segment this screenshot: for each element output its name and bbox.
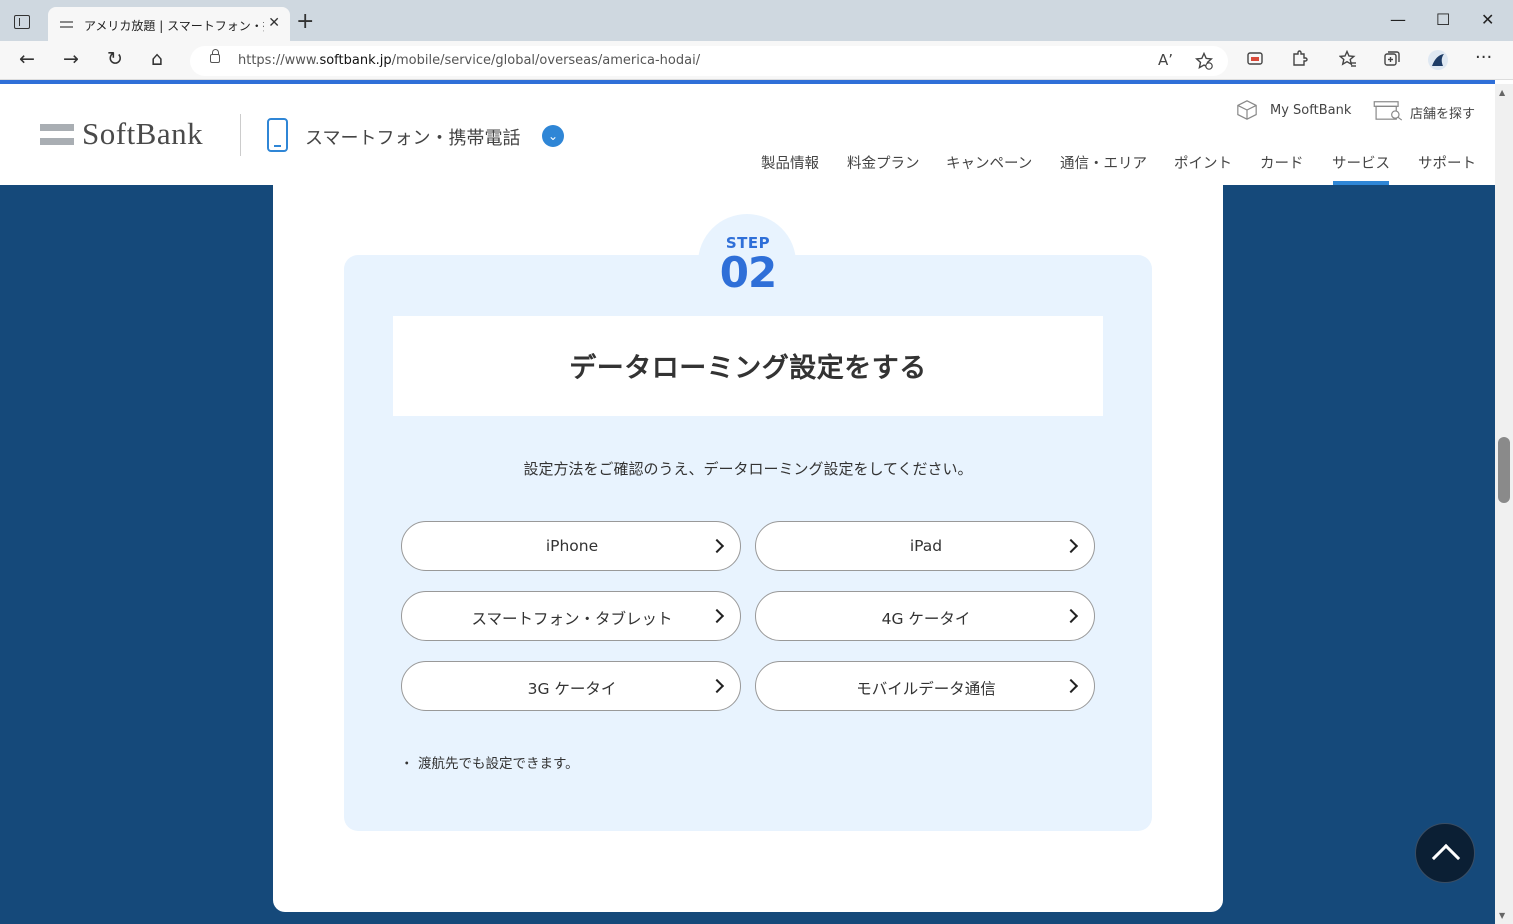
button-label: 4G ケータイ xyxy=(881,610,971,628)
favorites-icon[interactable] xyxy=(1339,50,1357,68)
nav-card[interactable]: カード xyxy=(1260,152,1304,173)
product-category-label[interactable]: スマートフォン・携帯電話 xyxy=(305,124,520,150)
tab-title: アメリカ放題 | スマートフォン・携帯電話 xyxy=(84,19,264,33)
my-softbank-link[interactable]: My SoftBank xyxy=(1270,103,1351,118)
refresh-icon[interactable]: ↻ xyxy=(107,49,123,69)
nav-products[interactable]: 製品情報 xyxy=(761,152,819,173)
note: ・渡航先でも設定できます。 xyxy=(400,752,579,772)
4g-keitai-button[interactable]: 4G ケータイ xyxy=(755,591,1095,641)
step-title-box: データローミング設定をする xyxy=(393,316,1103,416)
back-to-top-button[interactable] xyxy=(1415,823,1475,883)
nav-plans[interactable]: 料金プラン xyxy=(847,152,920,173)
nav-support[interactable]: サポート xyxy=(1418,152,1476,173)
minimize-icon[interactable]: — xyxy=(1390,10,1406,29)
scroll-up-arrow-icon[interactable]: ▲ xyxy=(1499,88,1505,97)
new-tab-button[interactable]: + xyxy=(296,11,314,33)
address-bar[interactable]: https://www.softbank.jp/mobile/service/g… xyxy=(190,46,1228,76)
nav-services[interactable]: サービス xyxy=(1332,152,1390,173)
smartphone-tablet-button[interactable]: スマートフォン・タブレット xyxy=(401,591,741,641)
softbank-logo-text[interactable]: SoftBank xyxy=(82,116,203,152)
more-icon[interactable]: ··· xyxy=(1475,47,1492,68)
button-label: スマートフォン・タブレット xyxy=(471,610,673,628)
home-icon[interactable]: ⌂ xyxy=(151,49,163,69)
tab-strip-icon[interactable] xyxy=(14,15,30,29)
scrollbar[interactable]: ▲ ▼ xyxy=(1495,84,1513,924)
close-window-icon[interactable]: ✕ xyxy=(1481,10,1494,29)
note-text: 渡航先でも設定できます。 xyxy=(418,756,579,772)
button-label: モバイルデータ通信 xyxy=(856,680,996,698)
profile-icon[interactable] xyxy=(1427,49,1449,71)
site-header: SoftBank スマートフォン・携帯電話 ⌄ My SoftBank 店舗を探… xyxy=(0,84,1495,185)
softbank-favicon-icon xyxy=(60,21,73,28)
maximize-icon[interactable]: ☐ xyxy=(1436,10,1450,29)
app-icon[interactable] xyxy=(1246,50,1264,68)
note-bullet: ・ xyxy=(400,756,414,772)
button-label: iPad xyxy=(909,537,943,555)
my-softbank-icon[interactable] xyxy=(1235,99,1259,121)
step-description: 設定方法をご確認のうえ、データローミング設定をしてください。 xyxy=(523,460,973,478)
mobile-data-button[interactable]: モバイルデータ通信 xyxy=(755,661,1095,711)
url-text[interactable]: https://www.softbank.jp/mobile/service/g… xyxy=(238,53,700,68)
scroll-down-arrow-icon[interactable]: ▼ xyxy=(1499,911,1505,920)
chevron-down-icon[interactable]: ⌄ xyxy=(542,125,564,147)
nav-campaigns[interactable]: キャンペーン xyxy=(946,152,1032,173)
back-icon[interactable]: ← xyxy=(19,49,35,69)
step-title: データローミング設定をする xyxy=(569,353,927,384)
nav-points[interactable]: ポイント xyxy=(1174,152,1232,173)
browser-toolbar: ← → ↻ ⌂ https://www.softbank.jp/mobile/s… xyxy=(0,41,1513,80)
smartphone-icon xyxy=(267,118,288,152)
button-label: iPhone xyxy=(545,537,599,555)
add-favorite-icon[interactable] xyxy=(1195,52,1213,70)
ipad-button[interactable]: iPad xyxy=(755,521,1095,571)
tab-close-icon[interactable]: ✕ xyxy=(268,15,280,31)
step-number: 02 xyxy=(719,248,777,297)
collections-icon[interactable] xyxy=(1383,50,1401,68)
extensions-icon[interactable] xyxy=(1290,50,1308,68)
lock-icon[interactable] xyxy=(210,49,220,63)
store-search-link[interactable]: 店舗を探す xyxy=(1410,103,1475,122)
button-label: 3G ケータイ xyxy=(527,680,617,698)
nav-network-area[interactable]: 通信・エリア xyxy=(1060,152,1147,173)
scroll-thumb[interactable] xyxy=(1498,437,1510,503)
softbank-logo-icon[interactable] xyxy=(40,124,74,146)
header-divider xyxy=(240,114,241,156)
browser-tab[interactable]: アメリカ放題 | スマートフォン・携帯電話 ✕ xyxy=(48,7,290,41)
read-aloud-icon[interactable]: A’ xyxy=(1158,51,1173,69)
forward-icon[interactable]: → xyxy=(63,49,79,69)
iphone-button[interactable]: iPhone xyxy=(401,521,741,571)
browser-titlebar: アメリカ放題 | スマートフォン・携帯電話 ✕ + — ☐ ✕ xyxy=(0,0,1513,41)
3g-keitai-button[interactable]: 3G ケータイ xyxy=(401,661,741,711)
store-icon[interactable] xyxy=(1371,99,1405,121)
